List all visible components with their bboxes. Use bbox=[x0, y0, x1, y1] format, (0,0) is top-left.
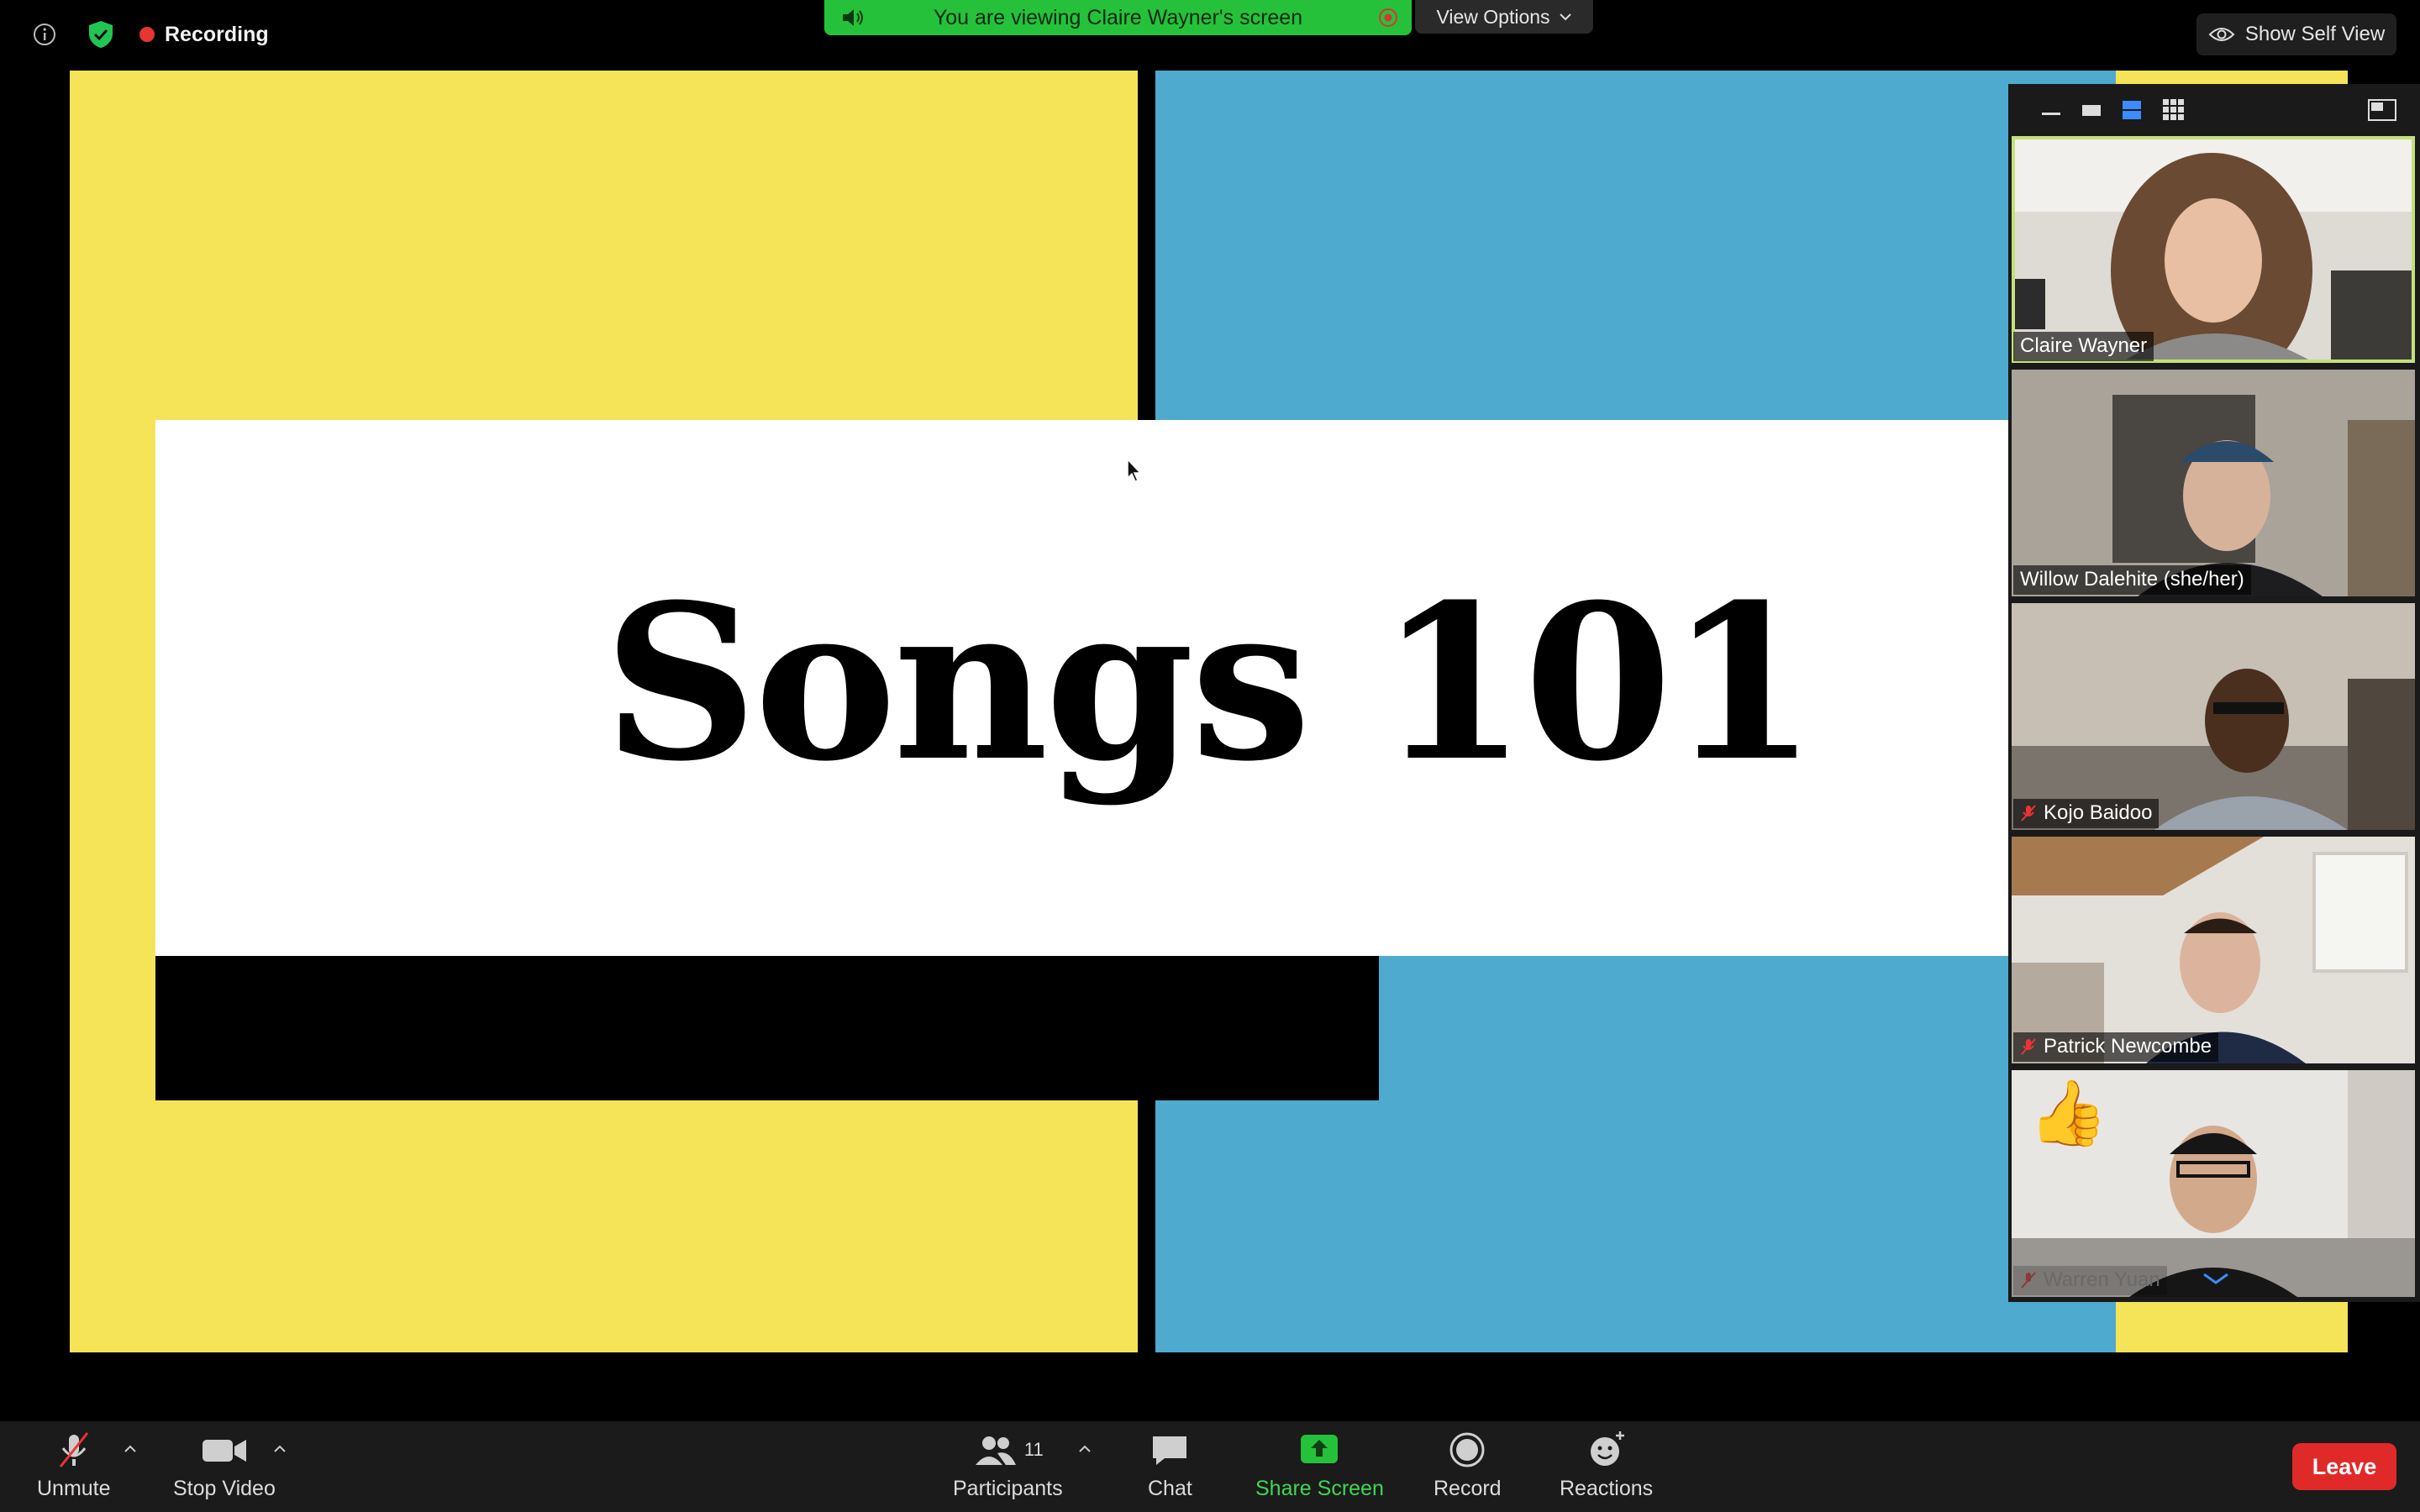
reactions-label: Reactions bbox=[1560, 1477, 1654, 1500]
participants-icon bbox=[975, 1436, 1016, 1465]
record-icon bbox=[1449, 1432, 1485, 1467]
view-options-label: View Options bbox=[1436, 5, 1550, 28]
microphone-off-icon bbox=[2021, 805, 2036, 822]
shield-icon[interactable] bbox=[87, 20, 114, 49]
minimize-view-icon[interactable] bbox=[2040, 102, 2062, 116]
slide-black-bar bbox=[155, 956, 1379, 1100]
video-gallery-panel: Claire Wayner Willow Dalehite (she/her) bbox=[2008, 84, 2420, 1302]
participant-name-badge: Patrick Newcombe bbox=[2013, 1032, 2219, 1062]
viewing-banner-text: You are viewing Claire Wayner's screen bbox=[933, 5, 1303, 29]
strip-view-icon[interactable] bbox=[2121, 99, 2143, 121]
participant-name: Kojo Baidoo bbox=[2044, 801, 2153, 824]
participant-name-badge: Claire Wayner bbox=[2013, 332, 2154, 361]
speaker-icon[interactable] bbox=[841, 8, 866, 28]
video-options-caret-icon[interactable] bbox=[272, 1443, 287, 1453]
chat-label: Chat bbox=[1148, 1477, 1192, 1500]
participant-tile[interactable]: Willow Dalehite (she/her) bbox=[2012, 370, 2415, 596]
view-options-button[interactable]: View Options bbox=[1415, 0, 1593, 34]
microphone-off-icon bbox=[2021, 1272, 2036, 1289]
video-camera-icon bbox=[202, 1440, 246, 1462]
pop-out-icon[interactable] bbox=[2368, 99, 2396, 121]
share-screen-icon bbox=[1301, 1435, 1339, 1463]
participant-tile[interactable]: Claire Wayner bbox=[2012, 136, 2415, 363]
participant-name: Patrick Newcombe bbox=[2044, 1035, 2212, 1058]
reaction-emoji: 👍 bbox=[2028, 1078, 2108, 1149]
mouse-cursor-icon bbox=[1127, 458, 1142, 482]
chevron-down-icon bbox=[1559, 13, 1571, 21]
share-screen-button[interactable]: Share Screen bbox=[1255, 1430, 1384, 1501]
slide-title: Songs 101 bbox=[603, 558, 1818, 808]
shared-screen: Songs 101 bbox=[70, 71, 2348, 1352]
participant-name: Willow Dalehite (she/her) bbox=[2020, 568, 2244, 591]
show-self-view-button[interactable]: Show Self View bbox=[2196, 13, 2396, 55]
participants-label: Participants bbox=[953, 1477, 1063, 1500]
recording-indicator[interactable]: Recording bbox=[139, 20, 269, 49]
stop-video-button[interactable]: Stop Video bbox=[173, 1430, 276, 1501]
meeting-toolbar: Unmute Stop Video 11 Participants Chat S… bbox=[0, 1421, 2420, 1512]
eye-icon bbox=[2208, 28, 2235, 41]
participant-tile[interactable]: Kojo Baidoo bbox=[2012, 603, 2415, 830]
participant-video bbox=[2012, 837, 2415, 1063]
gallery-grid-icon[interactable] bbox=[2161, 97, 2185, 121]
participants-count: 11 bbox=[1023, 1439, 1044, 1460]
participant-name: Claire Wayner bbox=[2020, 334, 2148, 357]
reactions-button[interactable]: Reactions bbox=[1560, 1430, 1653, 1501]
stop-share-icon[interactable] bbox=[1378, 8, 1398, 28]
viewing-banner: You are viewing Claire Wayner's screen bbox=[824, 0, 1412, 35]
participant-name: Warren Yuan bbox=[2044, 1268, 2160, 1291]
record-button[interactable]: Record bbox=[1434, 1430, 1502, 1501]
participant-video bbox=[2012, 603, 2415, 830]
chevron-down-icon[interactable] bbox=[2202, 1272, 2230, 1285]
participant-video bbox=[2012, 136, 2415, 363]
leave-button[interactable]: Leave bbox=[2292, 1443, 2396, 1490]
info-icon[interactable] bbox=[32, 22, 57, 47]
participant-name-badge: Warren Yuan bbox=[2013, 1266, 2167, 1295]
reactions-icon bbox=[1590, 1431, 1624, 1466]
recording-dot-icon bbox=[139, 27, 155, 42]
show-self-view-label: Show Self View bbox=[2244, 23, 2386, 45]
microphone-off-icon bbox=[59, 1432, 88, 1467]
gallery-header bbox=[2008, 84, 2420, 134]
speaker-view-icon[interactable] bbox=[2081, 102, 2102, 118]
share-screen-label: Share Screen bbox=[1255, 1477, 1384, 1500]
record-label: Record bbox=[1434, 1477, 1502, 1500]
participant-name-badge: Kojo Baidoo bbox=[2013, 799, 2160, 828]
participant-tile[interactable]: 👍 Warren Yuan bbox=[2012, 1070, 2415, 1297]
chat-button[interactable]: Chat bbox=[1148, 1430, 1192, 1501]
recording-label: Recording bbox=[165, 22, 269, 46]
unmute-label: Unmute bbox=[37, 1477, 111, 1500]
participant-tile[interactable]: Patrick Newcombe bbox=[2012, 837, 2415, 1063]
participants-button[interactable]: 11 Participants bbox=[953, 1430, 1063, 1501]
participants-caret-icon[interactable] bbox=[1077, 1443, 1092, 1453]
chat-icon bbox=[1153, 1436, 1187, 1465]
microphone-off-icon bbox=[2021, 1038, 2036, 1055]
participant-video bbox=[2012, 370, 2415, 596]
top-bar: Recording You are viewing Claire Wayner'… bbox=[0, 0, 2420, 69]
participant-name-badge: Willow Dalehite (she/her) bbox=[2013, 565, 2251, 595]
stop-video-label: Stop Video bbox=[173, 1477, 276, 1500]
audio-options-caret-icon[interactable] bbox=[123, 1443, 138, 1453]
unmute-button[interactable]: Unmute bbox=[37, 1430, 111, 1501]
